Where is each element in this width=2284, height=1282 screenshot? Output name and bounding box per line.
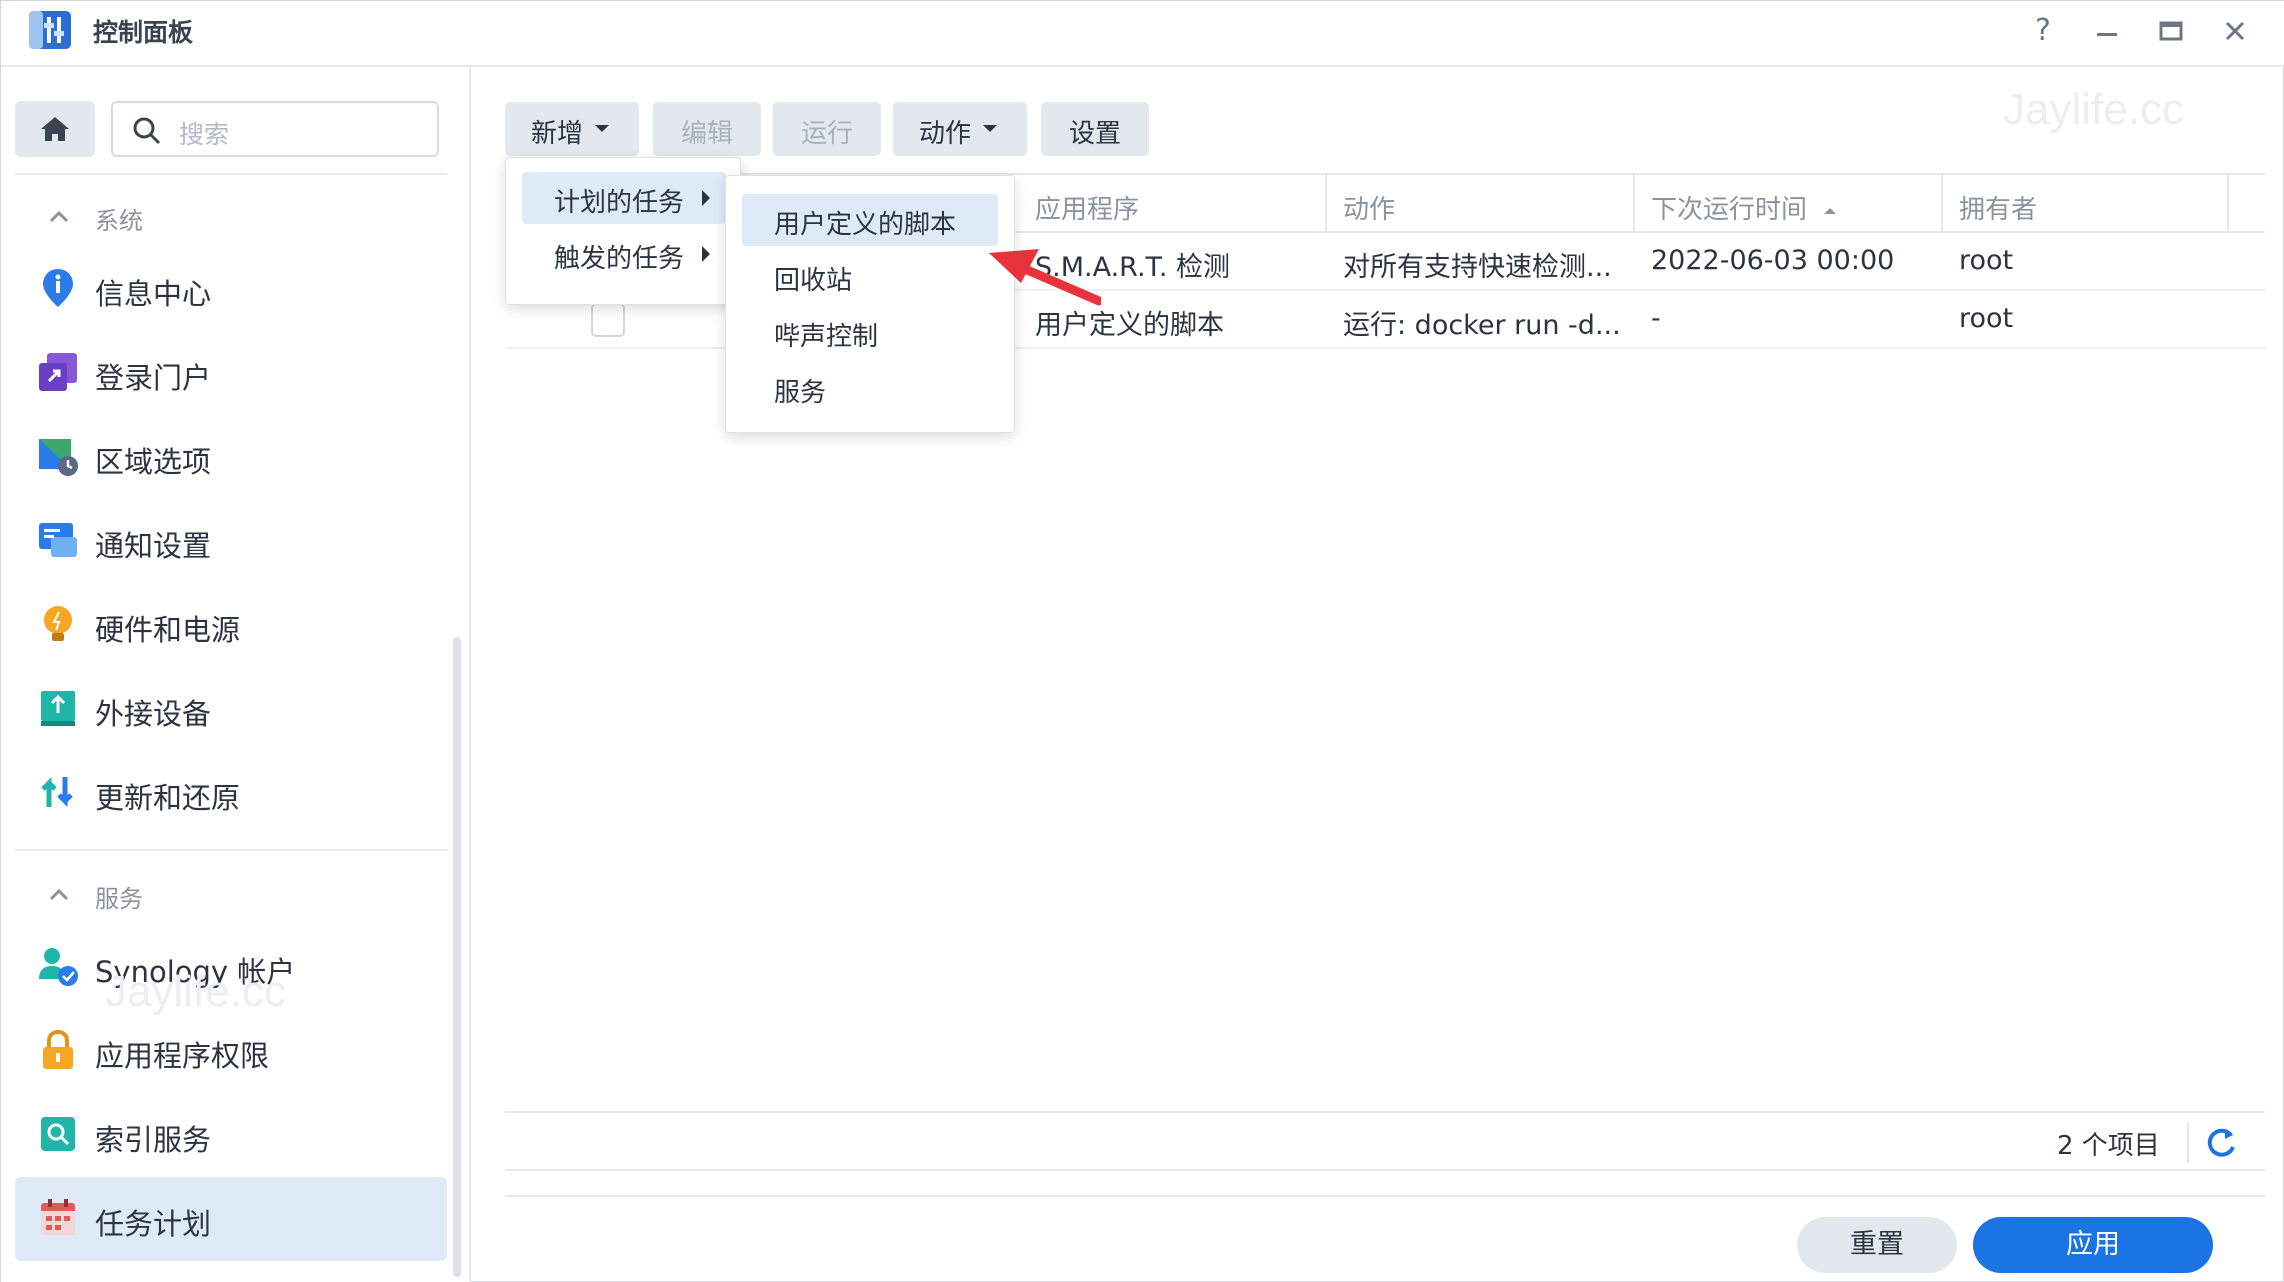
maximize-icon [2159, 21, 2183, 41]
login-portal-icon [39, 353, 77, 391]
update-restore-icon [41, 776, 73, 808]
edit-button[interactable]: 编辑 [653, 102, 761, 156]
external-device-icon [41, 691, 75, 726]
regional-options-icon [39, 439, 78, 476]
sort-asc-icon [1824, 207, 1837, 214]
column-divider[interactable] [1941, 175, 1943, 233]
column-divider[interactable] [2227, 175, 2229, 233]
caret-down-icon [595, 125, 609, 132]
column-divider[interactable] [1633, 175, 1635, 233]
indexing-service-icon [41, 1117, 75, 1151]
menu-item-beep-control[interactable]: 哔声控制 [742, 306, 998, 358]
apply-button[interactable]: 应用 [1973, 1217, 2213, 1273]
item-count: 2 个项目 [2057, 1131, 2160, 1161]
sidebar-item-login-portal[interactable]: 登录门户 [15, 331, 447, 415]
footer-divider [505, 1169, 2265, 1171]
column-header-application[interactable]: 应用程序 [1035, 189, 1139, 226]
sidebar-divider [15, 849, 447, 851]
search-icon [133, 117, 161, 145]
home-icon [41, 117, 69, 141]
title-bar: 控制面板 ? [1, 1, 2284, 67]
minimize-icon [2097, 33, 2117, 36]
annotation-arrow-icon [989, 249, 1101, 306]
submenu-arrow-icon [702, 190, 710, 206]
task-scheduler-icon [41, 1199, 75, 1235]
sidebar-scrollbar[interactable] [453, 637, 461, 1277]
settings-button[interactable]: 设置 [1041, 102, 1149, 156]
search-placeholder: 搜索 [179, 120, 230, 149]
menu-item-scheduled-task[interactable]: 计划的任务 [522, 172, 726, 224]
menu-item-user-defined-script[interactable]: 用户定义的脚本 [742, 194, 998, 246]
close-button[interactable] [2213, 9, 2257, 53]
column-header-action[interactable]: 动作 [1343, 189, 1395, 226]
chevron-up-icon [49, 210, 69, 223]
sidebar-item-info-center[interactable]: 信息中心 [15, 247, 447, 331]
chevron-up-icon [49, 888, 69, 901]
maximize-button[interactable] [2149, 9, 2193, 53]
run-button[interactable]: 运行 [773, 102, 881, 156]
search-input[interactable]: 搜索 [111, 101, 439, 157]
sidebar-item-hardware-power[interactable]: 硬件和电源 [15, 583, 447, 667]
sidebar-item-task-scheduler[interactable]: 任务计划 [15, 1177, 447, 1261]
close-icon [2225, 21, 2245, 41]
refresh-button[interactable] [2201, 1123, 2241, 1163]
refresh-icon [2207, 1128, 2235, 1157]
menu-item-service[interactable]: 服务 [742, 362, 998, 414]
column-header-owner[interactable]: 拥有者 [1959, 189, 2037, 226]
action-button[interactable]: 动作 [893, 102, 1027, 156]
column-header-next-run[interactable]: 下次运行时间 [1651, 189, 1839, 226]
footer-separator [2187, 1123, 2189, 1163]
watermark: Jaylife.cc [2003, 85, 2184, 134]
sidebar-item-regional-options[interactable]: 区域选项 [15, 415, 447, 499]
control-panel-window: 控制面板 ? 搜索 系统 信息中心 登录门户 区域选项 通知设置 硬件和电源 外… [0, 0, 2284, 1282]
control-panel-logo-icon [29, 11, 71, 49]
sidebar-item-indexing-service[interactable]: 索引服务 [15, 1093, 447, 1177]
home-button[interactable] [15, 101, 95, 157]
caret-down-icon [983, 125, 997, 132]
minimize-button[interactable] [2085, 9, 2129, 53]
hardware-power-icon [44, 606, 72, 641]
sidebar-item-notification[interactable]: 通知设置 [15, 499, 447, 583]
footer-divider [505, 1195, 2265, 1197]
help-button[interactable]: ? [2021, 9, 2065, 53]
enable-checkbox[interactable] [591, 303, 625, 337]
watermark: Jaylife.cc [105, 967, 286, 1016]
scheduled-task-submenu: 用户定义的脚本 回收站 哔声控制 服务 [725, 175, 1015, 433]
create-button[interactable]: 新增 [505, 102, 639, 156]
app-privileges-icon [43, 1029, 73, 1069]
footer-divider [505, 1111, 2265, 1113]
synology-account-icon [39, 948, 78, 986]
reset-button[interactable]: 重置 [1797, 1217, 1957, 1273]
sidebar-item-update-restore[interactable]: 更新和还原 [15, 751, 447, 835]
column-divider[interactable] [1325, 175, 1327, 233]
menu-item-recycle-bin[interactable]: 回收站 [742, 250, 998, 302]
sidebar-item-app-privileges[interactable]: 应用程序权限 [15, 1009, 447, 1093]
info-icon [43, 269, 73, 307]
window-title: 控制面板 [93, 18, 194, 47]
submenu-arrow-icon [702, 246, 710, 262]
menu-item-triggered-task[interactable]: 触发的任务 [522, 228, 726, 280]
sidebar: 搜索 系统 信息中心 登录门户 区域选项 通知设置 硬件和电源 外接设备 更新和… [1, 67, 471, 1282]
sidebar-divider [15, 173, 447, 175]
sidebar-item-external-devices[interactable]: 外接设备 [15, 667, 447, 751]
create-menu: 计划的任务 触发的任务 [505, 157, 741, 305]
notification-icon [39, 523, 77, 557]
